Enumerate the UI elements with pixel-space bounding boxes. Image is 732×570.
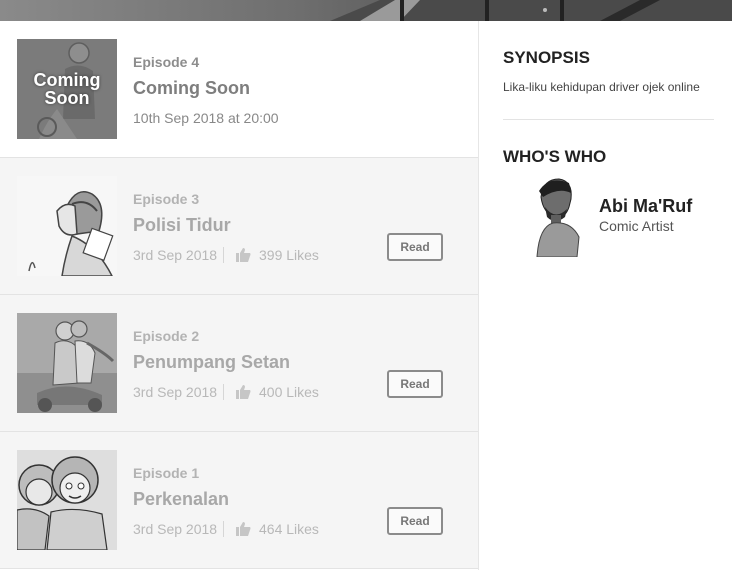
- episode-number: Episode 4: [133, 54, 200, 70]
- read-button[interactable]: Read: [387, 370, 443, 398]
- episode-thumbnail[interactable]: [17, 450, 117, 550]
- episode-date: 3rd Sep 2018: [133, 247, 218, 263]
- author-role: Comic Artist: [599, 218, 674, 234]
- episode-item-3[interactable]: Episode 3 Polisi Tidur 3rd Sep 2018 399 …: [0, 158, 478, 295]
- read-button[interactable]: Read: [387, 507, 443, 535]
- episode-title[interactable]: Coming Soon: [133, 78, 250, 99]
- episode-thumbnail[interactable]: [17, 176, 117, 276]
- episode-title[interactable]: Perkenalan: [133, 489, 229, 510]
- coming-soon-overlay: Coming Soon: [33, 70, 101, 108]
- like-count: 400 Likes: [259, 384, 319, 400]
- episode-item-4[interactable]: Coming Soon Episode 4 Coming Soon 10th S…: [0, 21, 478, 158]
- episode-item-2[interactable]: Episode 2 Penumpang Setan 3rd Sep 2018 4…: [0, 295, 478, 432]
- episode-thumbnail[interactable]: Coming Soon: [17, 39, 117, 139]
- episode-title[interactable]: Penumpang Setan: [133, 352, 290, 373]
- meta-divider: [223, 521, 224, 537]
- whos-who-heading: WHO'S WHO: [503, 147, 607, 166]
- meta-divider: [223, 247, 224, 263]
- read-button[interactable]: Read: [387, 233, 443, 261]
- like-icon: [236, 248, 251, 262]
- meta-divider: [223, 384, 224, 400]
- episode-date: 3rd Sep 2018: [133, 521, 218, 537]
- episode-2-art: [17, 313, 117, 413]
- episode-number: Episode 3: [133, 191, 200, 207]
- episode-number: Episode 2: [133, 328, 200, 344]
- like-count: 464 Likes: [259, 521, 319, 537]
- author-avatar[interactable]: [535, 177, 585, 257]
- like-icon: [236, 385, 251, 399]
- section-divider: [503, 119, 714, 120]
- episode-list: Coming Soon Episode 4 Coming Soon 10th S…: [0, 21, 479, 570]
- episode-thumbnail[interactable]: [17, 313, 117, 413]
- episode-title[interactable]: Polisi Tidur: [133, 215, 231, 236]
- header-banner: [0, 0, 732, 21]
- synopsis-text: Lika-liku kehidupan driver ojek online: [503, 80, 700, 94]
- episode-number: Episode 1: [133, 465, 200, 481]
- episode-item-1[interactable]: Episode 1 Perkenalan 3rd Sep 2018 464 Li…: [0, 432, 478, 569]
- episode-schedule: 10th Sep 2018 at 20:00: [133, 110, 279, 126]
- episode-3-art: [17, 176, 117, 276]
- synopsis-heading: SYNOPSIS: [503, 48, 590, 67]
- like-icon: [236, 522, 251, 536]
- info-sidebar: SYNOPSIS Lika-liku kehidupan driver ojek…: [480, 21, 732, 570]
- banner-art: [330, 0, 732, 21]
- episode-date: 3rd Sep 2018: [133, 384, 218, 400]
- episode-1-art: [17, 450, 117, 550]
- author-name[interactable]: Abi Ma'Ruf: [599, 196, 692, 217]
- like-count: 399 Likes: [259, 247, 319, 263]
